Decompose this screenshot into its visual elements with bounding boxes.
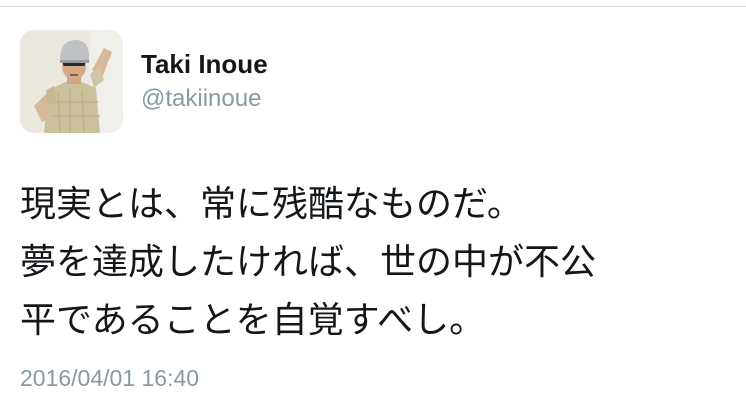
tweet-text-line: 夢を達成したければ、世の中が不公 <box>20 242 597 283</box>
author-handle[interactable]: @takiinoue <box>141 84 261 114</box>
profile-photo-icon <box>20 30 123 133</box>
tweet-text-line: 現実とは、常に残酷なものだ。 <box>20 184 523 225</box>
author-display-name[interactable]: Taki Inoue <box>141 48 268 80</box>
avatar[interactable] <box>20 30 123 133</box>
tweet-text-line: 平であることを自覚すべし。 <box>20 300 486 341</box>
tweet-text: 現実とは、常に残酷なものだ。 夢を達成したければ、世の中が不公 平であることを自… <box>20 176 730 350</box>
tweet-timestamp[interactable]: 2016/04/01 16:40 <box>20 364 199 392</box>
tweet-card: Taki Inoue @takiinoue 現実とは、常に残酷なものだ。 夢を達… <box>0 0 746 419</box>
